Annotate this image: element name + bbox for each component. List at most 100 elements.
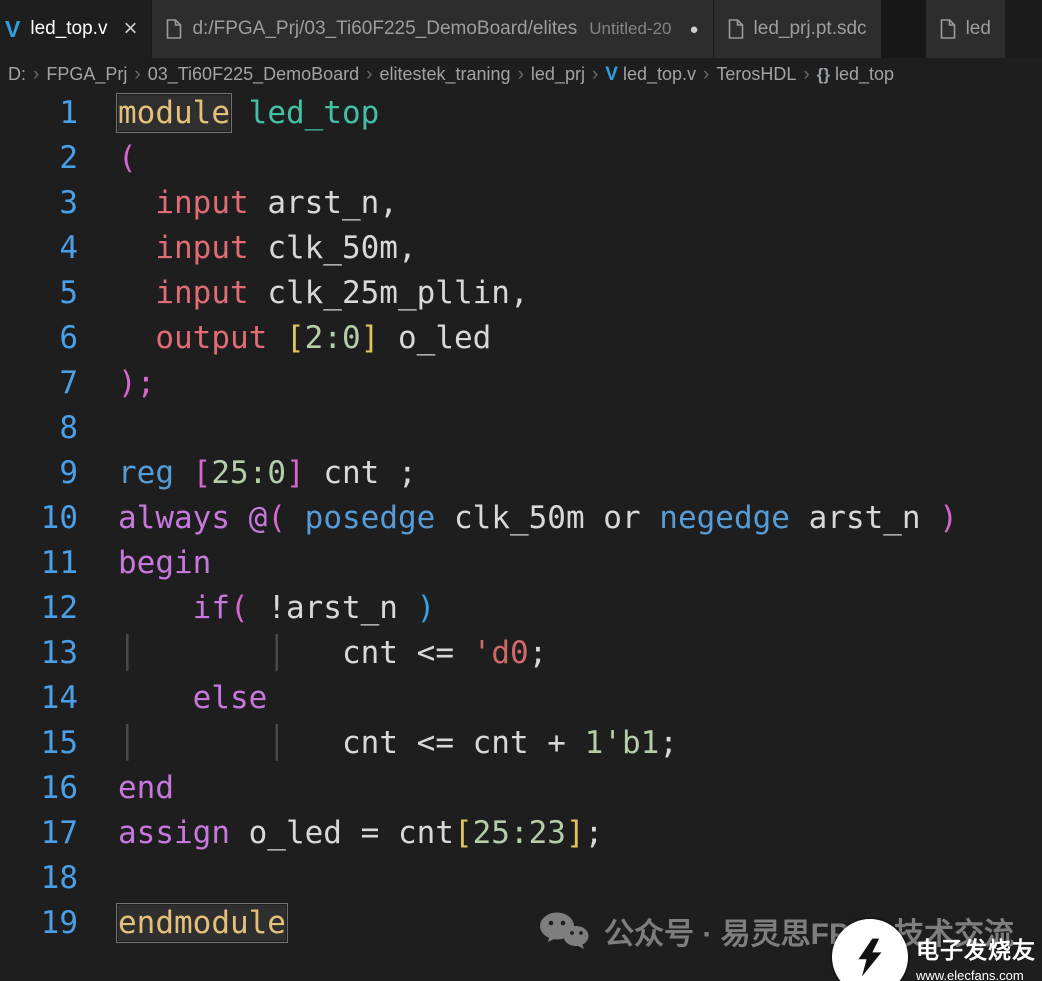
line-number: 1 — [0, 91, 78, 136]
breadcrumb-label: elitestek_traning — [379, 64, 510, 85]
code-line-text: input arst_n, — [78, 181, 398, 226]
breadcrumb-item[interactable]: led_prj — [531, 64, 585, 85]
code-line[interactable]: 15│ │ cnt <= cnt + 1'b1; — [0, 721, 1042, 766]
breadcrumb-separator: › — [518, 64, 524, 86]
code-token — [267, 320, 286, 356]
code-line[interactable]: 2( — [0, 136, 1042, 181]
code-token: cnt <= cnt + — [342, 725, 585, 761]
breadcrumb-item[interactable]: 03_Ti60F225_DemoBoard — [148, 64, 359, 85]
code-line[interactable]: 11begin — [0, 541, 1042, 586]
line-number: 13 — [0, 631, 78, 676]
breadcrumb-item[interactable]: TerosHDL — [716, 64, 796, 85]
code-token: !arst_n — [249, 590, 417, 626]
code-token: ] — [566, 815, 585, 851]
line-number: 15 — [0, 721, 78, 766]
code-line[interactable]: 13│ │ cnt <= 'd0; — [0, 631, 1042, 676]
tab-led_top.v[interactable]: Vled_top.v× — [0, 0, 152, 58]
breadcrumb-item[interactable]: FPGA_Prj — [46, 64, 127, 85]
breadcrumb-separator: › — [366, 64, 372, 86]
code-line-text — [78, 406, 118, 451]
code-token: arst_n, — [249, 185, 398, 221]
line-number: 6 — [0, 316, 78, 361]
code-token: 'd0 — [473, 635, 529, 671]
code-token: │ — [118, 725, 137, 761]
code-token: [ — [454, 815, 473, 851]
code-line-text: else — [78, 676, 267, 721]
code-editor[interactable]: 1module led_top2(3 input arst_n,4 input … — [0, 91, 1042, 946]
close-tab-icon[interactable]: × — [123, 17, 137, 41]
line-number: 10 — [0, 496, 78, 541]
verilog-file-icon: V — [5, 18, 20, 41]
code-token: end — [118, 770, 174, 806]
breadcrumb-separator: › — [134, 64, 140, 86]
code-line[interactable]: 5 input clk_25m_pllin, — [0, 271, 1042, 316]
line-number: 19 — [0, 901, 78, 946]
code-line[interactable]: 3 input arst_n, — [0, 181, 1042, 226]
tab-label: led_prj.pt.sdc — [754, 18, 867, 40]
code-token: ; — [659, 725, 678, 761]
code-line[interactable]: 1module led_top — [0, 91, 1042, 136]
tab-untitled-20[interactable]: d:/FPGA_Prj/03_Ti60F225_DemoBoard/elites… — [152, 0, 713, 58]
breadcrumb-label: led_top.v — [623, 64, 696, 85]
code-token: cnt ; — [305, 455, 417, 491]
elecfans-name: 电子发烧友 — [916, 931, 1036, 965]
code-token: @ — [249, 500, 268, 536]
code-token: ) — [417, 590, 436, 626]
code-line[interactable]: 16end — [0, 766, 1042, 811]
code-line-text: if( !arst_n ) — [78, 586, 435, 631]
code-token: clk_50m, — [249, 230, 417, 266]
breadcrumb-item[interactable]: {}led_top — [817, 64, 894, 85]
breadcrumb-separator: › — [803, 64, 809, 86]
line-number: 9 — [0, 451, 78, 496]
verilog-file-icon: V — [605, 64, 618, 86]
code-line[interactable]: 6 output [2:0] o_led — [0, 316, 1042, 361]
code-line-text: ( — [78, 136, 137, 181]
code-line[interactable]: 10always @( posedge clk_50m or negedge a… — [0, 496, 1042, 541]
code-line[interactable]: 7); — [0, 361, 1042, 406]
breadcrumb-item[interactable]: D: — [8, 64, 26, 85]
breadcrumb-separator: › — [33, 64, 39, 86]
code-line-text: begin — [78, 541, 211, 586]
code-token: assign — [118, 815, 230, 851]
tab-led[interactable]: led — [926, 0, 1006, 58]
tab-led_prj.pt.sdc[interactable]: led_prj.pt.sdc — [714, 0, 882, 58]
code-line-text: │ │ cnt <= 'd0; — [78, 631, 547, 676]
code-token: input — [155, 275, 248, 311]
breadcrumb-separator: › — [592, 64, 598, 86]
code-line[interactable]: 12 if( !arst_n ) — [0, 586, 1042, 631]
file-icon — [166, 19, 182, 39]
tab-label: d:/FPGA_Prj/03_Ti60F225_DemoBoard/elites — [192, 18, 577, 40]
wechat-icon — [538, 911, 590, 951]
code-line-text: assign o_led = cnt[25:23]; — [78, 811, 603, 856]
code-line-text: reg [25:0] cnt ; — [78, 451, 417, 496]
line-number: 18 — [0, 856, 78, 901]
code-token — [230, 500, 249, 536]
line-number: 14 — [0, 676, 78, 721]
breadcrumb-item[interactable]: Vled_top.v — [605, 64, 696, 86]
code-token: endmodule — [118, 905, 286, 941]
code-token: │ — [118, 635, 137, 671]
code-line[interactable]: 14 else — [0, 676, 1042, 721]
code-line[interactable]: 9reg [25:0] cnt ; — [0, 451, 1042, 496]
tab-label: led — [966, 18, 991, 40]
breadcrumb-item[interactable]: elitestek_traning — [379, 64, 510, 85]
line-number: 5 — [0, 271, 78, 316]
code-line[interactable]: 17assign o_led = cnt[25:23]; — [0, 811, 1042, 856]
line-number: 2 — [0, 136, 78, 181]
tab-bar: Vled_top.v×d:/FPGA_Prj/03_Ti60F225_DemoB… — [0, 0, 1042, 58]
code-token: arst_n — [790, 500, 939, 536]
code-token: module — [118, 95, 230, 131]
code-line[interactable]: 8 — [0, 406, 1042, 451]
code-token — [286, 500, 305, 536]
modified-dot-icon[interactable]: ● — [689, 21, 698, 38]
code-token — [118, 320, 155, 356]
code-token: ] — [361, 320, 380, 356]
code-token: 2:0 — [305, 320, 361, 356]
code-token: ) — [939, 500, 958, 536]
code-line[interactable]: 18 — [0, 856, 1042, 901]
code-token: [ — [193, 455, 212, 491]
code-token: if — [193, 590, 230, 626]
code-line[interactable]: 4 input clk_50m, — [0, 226, 1042, 271]
code-token: clk_50m or — [435, 500, 659, 536]
breadcrumb-label: TerosHDL — [716, 64, 796, 85]
